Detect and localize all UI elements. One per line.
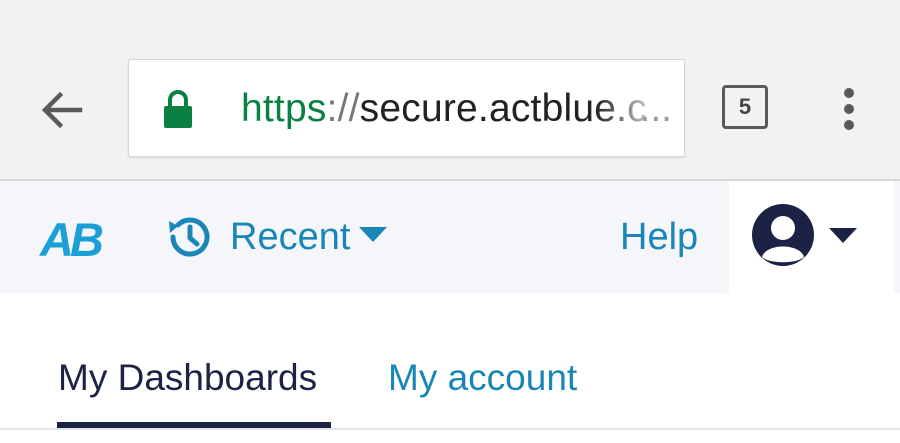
user-avatar-icon	[752, 204, 814, 266]
dashboard-tabs: My Dashboards My account	[0, 294, 900, 443]
history-icon	[169, 217, 210, 257]
tab-count: 5	[738, 94, 752, 119]
tab-my-dashboards[interactable]: My Dashboards	[58, 354, 317, 402]
back-arrow-icon	[41, 91, 83, 129]
app-navbar: AB Recent Help	[0, 181, 900, 294]
url-ellipsis: ...	[639, 87, 672, 130]
actblue-logo[interactable]: AB	[40, 216, 104, 263]
tab-switcher-button[interactable]: 5	[722, 85, 768, 129]
browser-toolbar: https://secure.actblue.c ... 5	[0, 0, 900, 180]
account-caret-icon	[829, 228, 857, 243]
tabs-bottom-border	[0, 428, 900, 430]
tab-my-account[interactable]: My account	[388, 354, 577, 402]
lock-icon	[164, 90, 192, 128]
address-bar[interactable]: https://secure.actblue.c ...	[128, 59, 685, 157]
account-menu-button[interactable]	[729, 181, 894, 294]
url-text: https://secure.actblue.c	[241, 84, 647, 134]
recent-label: Recent	[230, 216, 351, 258]
url-scheme: https	[241, 87, 327, 130]
help-link[interactable]: Help	[620, 213, 698, 261]
back-button[interactable]	[36, 84, 88, 136]
url-separator: ://	[326, 87, 360, 130]
caret-down-icon	[359, 227, 387, 242]
more-vert-icon[interactable]	[836, 84, 862, 134]
